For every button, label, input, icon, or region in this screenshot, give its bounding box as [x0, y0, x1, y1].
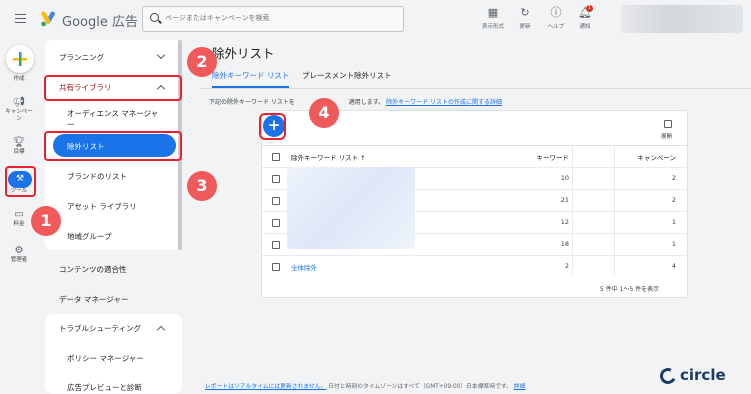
column-header-keywords[interactable]: キーワード: [537, 152, 570, 162]
rail-item-goals[interactable]: 🏆︎ 目標: [4, 137, 34, 156]
pagination-summary: 5 件中 1～5 件を表示: [600, 286, 660, 293]
row-checkbox[interactable]: [272, 197, 280, 205]
blurred-list-names: [287, 167, 415, 249]
sidebar-item-policy-manager[interactable]: ポリシー マネージャー: [67, 353, 144, 364]
row-keywords: 18: [560, 240, 569, 248]
refresh-icon: ↻: [520, 6, 530, 19]
annotation-badge-2: 2: [187, 47, 217, 77]
appearance-icon: ▦: [487, 6, 499, 19]
bell-icon: 🔔︎: [578, 6, 592, 19]
rail-create-label-wrap: 作成: [4, 75, 34, 83]
search-bar[interactable]: [142, 6, 404, 32]
description-mid: 適用します。: [348, 99, 385, 106]
footer-note: レポートはリアルタイムには更新されません。 日付と時刻のタイムゾーンはすべて（G…: [205, 381, 525, 390]
annotation-badge-3: 3: [187, 171, 217, 201]
search-icon: [150, 13, 159, 22]
row-checkbox[interactable]: [272, 241, 280, 249]
sidebar-item-content-suitability[interactable]: コンテンツの適合性: [59, 264, 127, 275]
sidebar-item-asset-library[interactable]: アセット ライブラリ: [67, 201, 137, 212]
sidebar-item-planning[interactable]: プランニング: [59, 52, 104, 63]
plus-icon: [13, 52, 27, 66]
refresh-label: 更新: [519, 24, 531, 30]
search-input[interactable]: [165, 14, 385, 22]
row-checkbox[interactable]: [272, 263, 280, 271]
create-button[interactable]: [6, 45, 34, 73]
megaphone-icon: 📢︎: [12, 97, 26, 108]
google-ads-logo: [41, 11, 55, 27]
notification-badge: 1: [586, 5, 593, 12]
column-header-campaigns[interactable]: キャンペーン: [637, 152, 676, 162]
rail-campaigns-label: キャンペーン: [5, 109, 33, 122]
sidebar-item-troubleshooting[interactable]: トラブルシューティング: [59, 323, 141, 334]
row-keywords: 21: [560, 196, 569, 204]
row-name[interactable]: 全体除外: [291, 262, 317, 272]
table-header: 除外キーワード リスト ↑ キーワード キャンペーン: [261, 145, 688, 167]
row-checkbox[interactable]: [272, 175, 280, 183]
column-divider: [572, 145, 573, 276]
sidebar-item-brand-lists[interactable]: ブランドのリスト: [67, 171, 127, 182]
notifications-label: 通知: [579, 24, 591, 30]
refresh-button[interactable]: ↻ 更新: [508, 6, 542, 30]
appearance-button[interactable]: ▦ 表示形式: [476, 6, 510, 30]
rail-create-label: 作成: [13, 76, 25, 82]
appearance-label: 表示形式: [481, 24, 504, 30]
row-keywords: 2: [564, 262, 569, 270]
row-campaigns: 2: [671, 174, 676, 182]
rail-item-admin[interactable]: ⚙ 管理者: [4, 245, 34, 264]
row-campaigns: 1: [671, 240, 676, 248]
menu-icon[interactable]: [15, 14, 26, 23]
account-info-blurred[interactable]: [621, 5, 743, 33]
highlight-tools: [5, 166, 36, 197]
row-keywords: 12: [560, 218, 569, 226]
row-keywords: 10: [560, 174, 569, 182]
rail-billing-label: 料金: [13, 221, 25, 227]
notifications-button[interactable]: 🔔︎ 1 通知: [568, 5, 602, 30]
circle-logo-icon: [657, 365, 679, 387]
credit-card-icon: ▭: [14, 209, 24, 220]
sidebar-item-data-manager[interactable]: データ マネージャー: [59, 294, 128, 305]
trophy-icon: 🏆︎: [12, 137, 26, 148]
tab-placement-exclusion-lists[interactable]: プレースメント除外リスト: [302, 70, 392, 81]
table-row[interactable]: 全体除外 2 4: [261, 255, 688, 277]
row-campaigns: 4: [671, 262, 676, 270]
tab-negative-keyword-lists[interactable]: 除外キーワード リスト: [212, 70, 289, 81]
app-brand: Google 広告: [62, 15, 138, 30]
annotation-badge-1: 1: [31, 206, 61, 236]
rail-goals-label: 目標: [13, 149, 25, 155]
row-checkbox[interactable]: [272, 219, 280, 227]
tabs-divider: [200, 88, 751, 89]
highlight-shared-library: [44, 75, 182, 101]
row-campaigns: 1: [671, 218, 676, 226]
annotation-badge-4: 4: [309, 98, 339, 128]
sidebar-item-audience-manager[interactable]: オーディエンス マネージャー: [67, 108, 165, 130]
page-title: 除外リスト: [212, 46, 275, 61]
help-link[interactable]: 除外キーワード リストの作成に関する詳細: [386, 99, 502, 106]
top-bar: Google 広告 ▦ 表示形式 ↻ 更新 ⓘ ヘルプ 🔔︎ 1 通知: [0, 0, 751, 42]
footer-text: 日付と時刻のタイムゾーンはすべて（GMT+09:00）日本標準時です。: [328, 384, 512, 390]
column-header-name[interactable]: 除外キーワード リスト ↑: [291, 152, 366, 162]
rail-item-campaigns[interactable]: 📢︎ キャンペーン: [4, 97, 34, 123]
sidebar-item-location-groups[interactable]: 地域グループ: [67, 231, 112, 242]
sidebar-item-ad-preview[interactable]: 広告プレビューと診断: [67, 382, 142, 393]
watermark-text: circle: [680, 366, 726, 384]
select-all-checkbox[interactable]: [272, 153, 280, 161]
description-prefix: 下記の除外キーワード リストを: [209, 99, 295, 106]
footer-link[interactable]: レポートはリアルタイムには更新されません。: [205, 384, 326, 390]
gear-icon: ⚙: [14, 245, 24, 256]
rail-item-billing[interactable]: ▭ 料金: [4, 209, 34, 228]
highlight-exclusion-lists: [44, 131, 182, 161]
highlight-add-button: [259, 113, 286, 140]
column-divider: [614, 145, 615, 276]
rail-admin-label: 管理者: [10, 257, 28, 263]
description: 下記の除外キーワード リストを 適用します。 除外キーワード リストの作成に関す…: [209, 97, 502, 106]
expand-icon[interactable]: [664, 120, 672, 128]
footer-details-link[interactable]: 詳細: [514, 384, 526, 390]
row-campaigns: 2: [671, 196, 676, 204]
expand-label: 展開: [661, 134, 673, 140]
